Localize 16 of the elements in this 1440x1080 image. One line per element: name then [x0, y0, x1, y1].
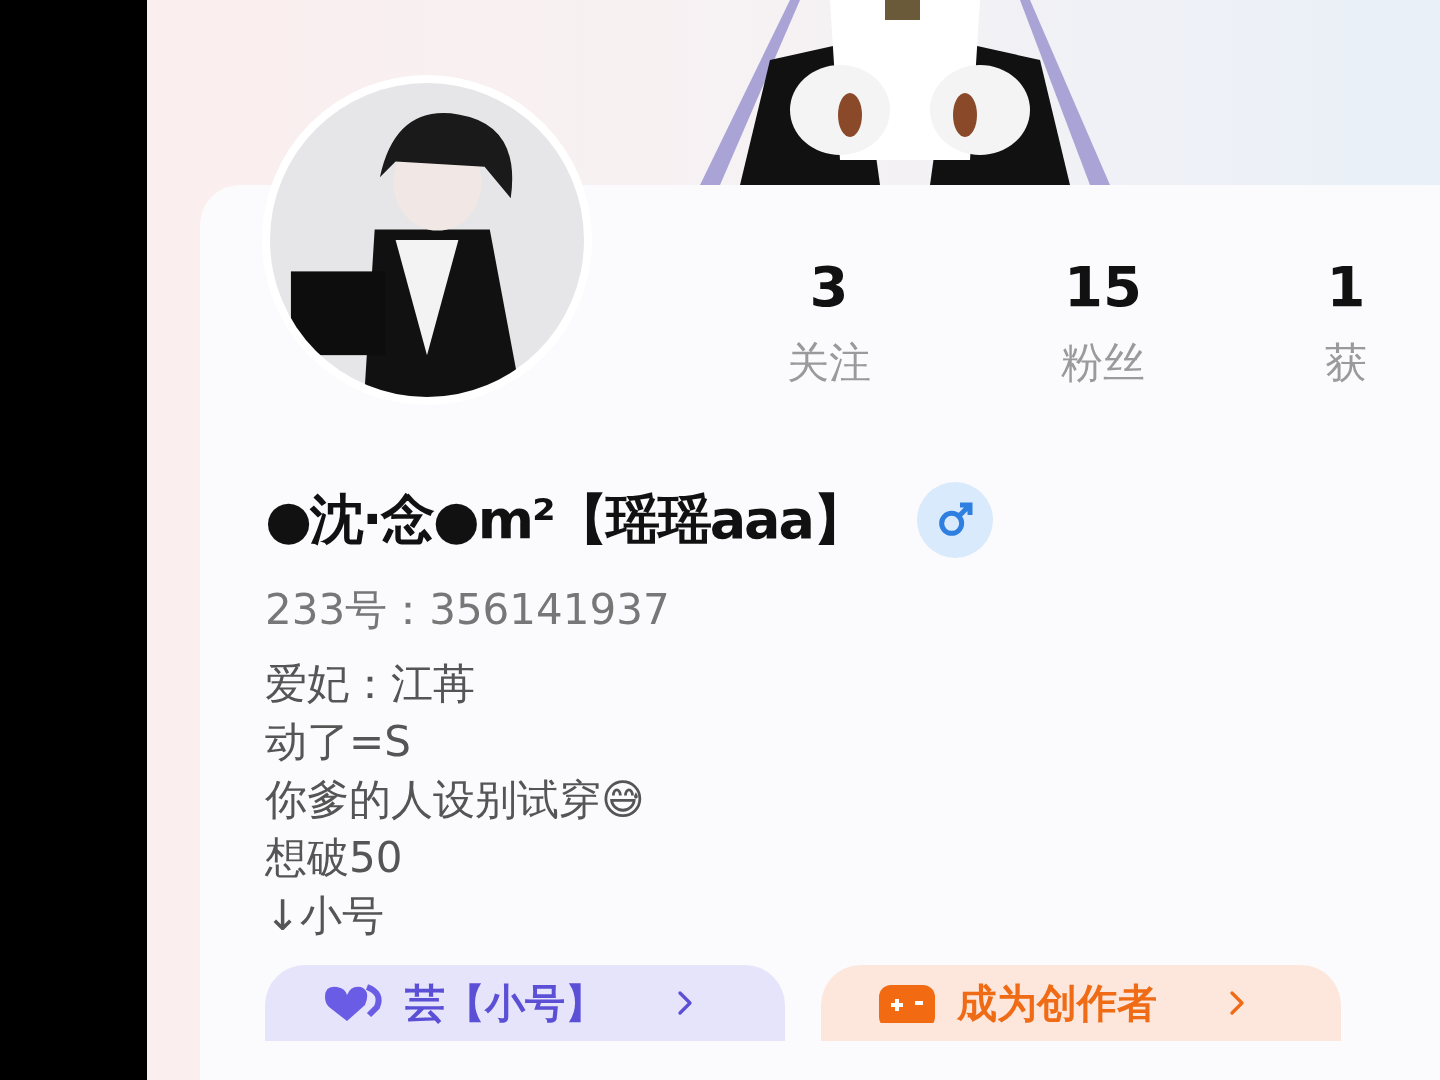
bio-line: 你爹的人设别试穿😅 [265, 774, 646, 826]
stat-value: 15 [1064, 255, 1142, 319]
bio-line: 想破50 [265, 832, 404, 884]
bio-line: ↓小号 [265, 890, 386, 942]
action-button[interactable]: 成为创作者 [821, 965, 1341, 1041]
stat-label[interactable]: 粉丝 [1061, 337, 1145, 389]
bio-line: 爱妃：江苒 [265, 658, 476, 710]
bio-line: 动了=S [265, 716, 412, 768]
stat-value: 3 [809, 255, 849, 319]
stat-value: 1 [1326, 255, 1366, 319]
user-id: 233号：356141937 [265, 585, 670, 634]
gamepad-icon [877, 983, 937, 1023]
action-button[interactable]: 芸【小号】 [265, 965, 785, 1041]
stat-label[interactable]: 获 [1325, 337, 1367, 389]
username: ●沈·念●m²【瑶瑶aaa】 [265, 487, 865, 553]
stat-label[interactable]: 关注 [787, 337, 871, 389]
